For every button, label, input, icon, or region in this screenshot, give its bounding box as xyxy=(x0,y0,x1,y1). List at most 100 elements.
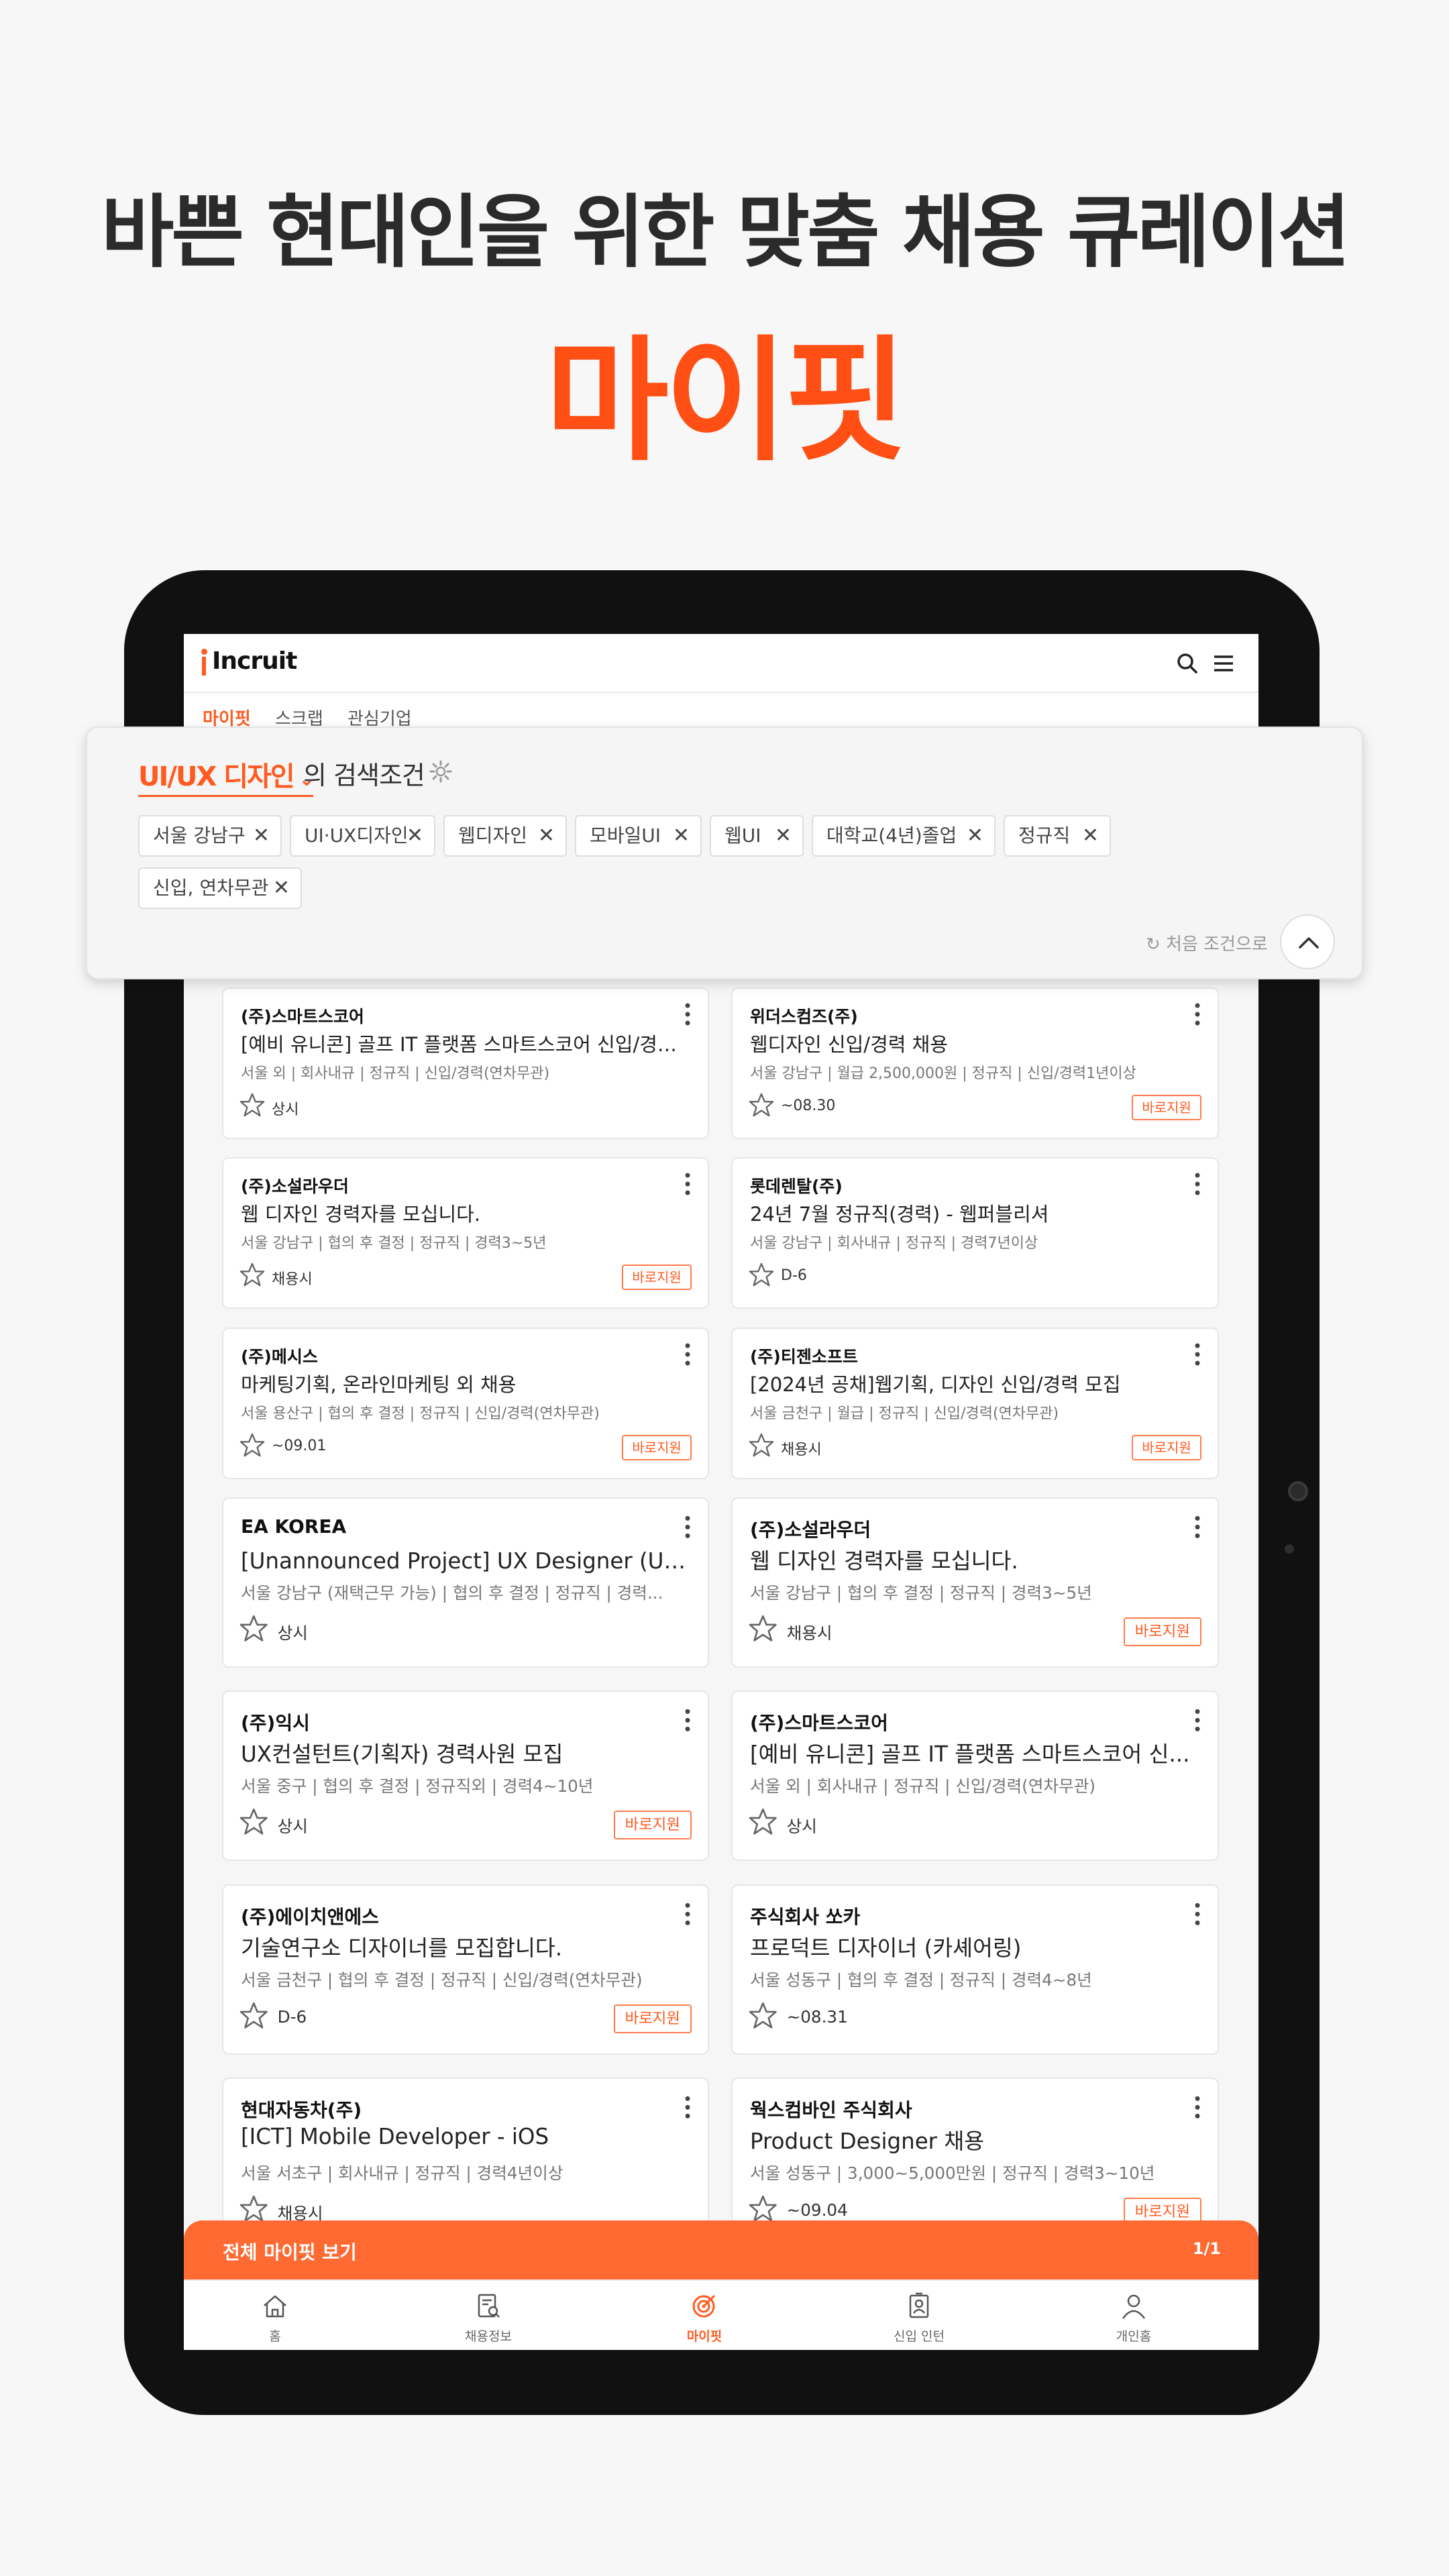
close-icon[interactable]: ✕ xyxy=(273,869,290,908)
more-options-icon[interactable] xyxy=(684,1341,692,1368)
more-options-icon[interactable] xyxy=(684,1001,692,1028)
home-icon xyxy=(264,2295,286,2318)
apply-now-button[interactable]: 바로지원 xyxy=(622,1435,692,1460)
job-card[interactable]: (주)메시스 마케팅기획, 온라인마케팅 외 채용 서울 용산구 | 협의 후 결정… xyxy=(222,1328,709,1479)
job-title[interactable]: 24년 7월 정규직(경력) - 웹퍼블리셔 xyxy=(750,1199,1197,1227)
promo-banner: 바쁜 현대인을 위한 맞춤 채용 큐레이션 마이핏 xyxy=(0,0,1449,537)
more-options-icon[interactable] xyxy=(1193,1171,1201,1197)
all-myfit-label: 전체 마이핏 보기 xyxy=(223,2241,357,2263)
job-card[interactable]: (주)스마트스코어 [예비 유니콘] 골프 IT 플랫폼 스마트스코어 신... 서… xyxy=(731,1690,1219,1861)
more-options-icon[interactable] xyxy=(1193,1899,1201,1929)
star-icon[interactable] xyxy=(239,1807,268,1836)
company-name: EA KOREA xyxy=(241,1515,347,1538)
nav-home[interactable]: 홈 xyxy=(208,2281,342,2350)
job-title[interactable]: 웹 디자인 경력자를 모십니다. xyxy=(750,1544,1197,1575)
more-options-icon[interactable] xyxy=(1193,1341,1201,1368)
job-title[interactable]: 기술연구소 디자이너를 모집합니다. xyxy=(241,1931,688,1962)
bottom-nav: 홈 채용정보 마이핏 신입 인턴 개인홈 xyxy=(184,2279,1258,2350)
all-myfit-bar[interactable]: 전체 마이핏 보기 1/1 xyxy=(184,2220,1258,2281)
star-icon[interactable] xyxy=(239,1432,265,1458)
job-meta: 서울 강남구 | 협의 후 결정 | 정규직 | 경력3~5년 xyxy=(241,1235,547,1252)
job-title[interactable]: 마케팅기획, 온라인마케팅 외 채용 xyxy=(241,1369,688,1397)
collapse-button[interactable] xyxy=(1280,914,1335,969)
star-icon[interactable] xyxy=(749,1614,777,1643)
job-card[interactable]: 위더스컴즈(주) 웹디자인 신입/경력 채용 서울 강남구 | 월급 2,500,0… xyxy=(731,987,1219,1139)
star-icon[interactable] xyxy=(749,1262,774,1287)
job-title[interactable]: Product Designer 채용 xyxy=(750,2124,1197,2155)
star-icon[interactable] xyxy=(239,1262,265,1287)
apply-now-button[interactable]: 바로지원 xyxy=(613,2004,692,2033)
more-options-icon[interactable] xyxy=(684,1705,692,1735)
job-title[interactable]: [예비 유니콘] 골프 IT 플랫폼 스마트스코어 신입/경력 ... xyxy=(241,1029,688,1057)
job-title[interactable]: 웹 디자인 경력자를 모십니다. xyxy=(241,1199,688,1227)
more-options-icon[interactable] xyxy=(1193,1512,1201,1542)
job-title[interactable]: 프로덕트 디자이너 (카셰어링) xyxy=(750,1931,1197,1962)
menu-icon[interactable] xyxy=(1210,650,1237,677)
job-title[interactable]: [Unannounced Project] UX Designer (UX 기획… xyxy=(241,1544,688,1575)
star-icon[interactable] xyxy=(749,1092,774,1118)
star-icon[interactable] xyxy=(239,2194,268,2223)
more-options-icon[interactable] xyxy=(684,1899,692,1929)
nav-label: 홈 xyxy=(269,2329,281,2344)
condition-chip[interactable]: 정규직 ✕ xyxy=(1004,815,1111,857)
nav-personal-home[interactable]: 개인홈 xyxy=(1067,2281,1201,2350)
close-icon[interactable]: ✕ xyxy=(407,816,423,855)
star-icon[interactable] xyxy=(749,1807,777,1836)
star-icon[interactable] xyxy=(749,1432,774,1458)
close-icon[interactable]: ✕ xyxy=(538,816,555,855)
apply-now-button[interactable]: 바로지원 xyxy=(613,1810,692,1839)
apply-now-button[interactable]: 바로지원 xyxy=(622,1265,692,1290)
search-icon[interactable] xyxy=(1174,650,1201,677)
more-options-icon[interactable] xyxy=(1193,1001,1201,1028)
condition-chip[interactable]: 웹UI ✕ xyxy=(710,815,804,857)
gear-icon[interactable] xyxy=(428,759,453,784)
star-icon[interactable] xyxy=(239,2001,268,2030)
more-options-icon[interactable] xyxy=(684,2092,692,2123)
condition-chip[interactable]: 모바일UI ✕ xyxy=(575,815,702,857)
job-card[interactable]: (주)스마트스코어 [예비 유니콘] 골프 IT 플랫폼 스마트스코어 신입/경력… xyxy=(222,987,709,1139)
job-card[interactable]: (주)에이치앤에스 기술연구소 디자이너를 모집합니다. 서울 금천구 | 협의 후… xyxy=(222,1884,709,2055)
close-icon[interactable]: ✕ xyxy=(673,816,690,855)
star-icon[interactable] xyxy=(749,2001,777,2030)
nav-myfit[interactable]: 마이핏 xyxy=(637,2281,771,2350)
job-card[interactable]: (주)소설라우더 웹 디자인 경력자를 모십니다. 서울 강남구 | 협의 후 결정… xyxy=(731,1497,1219,1668)
company-name: (주)스마트스코어 xyxy=(750,1711,888,1734)
nav-job-info[interactable]: 채용정보 xyxy=(421,2281,555,2350)
job-card[interactable]: EA KOREA [Unannounced Project] UX Designe… xyxy=(222,1497,709,1668)
job-title[interactable]: UX컨설턴트(기획자) 경력사원 모집 xyxy=(241,1737,688,1768)
job-title[interactable]: [예비 유니콘] 골프 IT 플랫폼 스마트스코어 신... xyxy=(750,1737,1197,1768)
company-name: (주)메시스 xyxy=(241,1347,318,1366)
close-icon[interactable]: ✕ xyxy=(775,816,792,855)
job-card[interactable]: (주)익시 UX컨설턴트(기획자) 경력사원 모집 서울 중구 | 협의 후 결정 … xyxy=(222,1690,709,1861)
job-title[interactable]: 웹디자인 신입/경력 채용 xyxy=(750,1029,1197,1057)
close-icon[interactable]: ✕ xyxy=(1082,816,1099,855)
condition-chip[interactable]: 신입, 연차무관 ✕ xyxy=(138,867,302,909)
job-card[interactable]: (주)소설라우더 웹 디자인 경력자를 모십니다. 서울 강남구 | 협의 후 결정… xyxy=(222,1157,709,1309)
nav-new-intern[interactable]: 신입 인턴 xyxy=(852,2281,986,2350)
reset-conditions-button[interactable]: ↻ 처음 조건으로 xyxy=(1146,930,1268,955)
job-title[interactable]: [2024년 공채]웹기획, 디자인 신입/경력 모집 xyxy=(750,1369,1197,1397)
more-options-icon[interactable] xyxy=(1193,1705,1201,1735)
more-options-icon[interactable] xyxy=(1193,2092,1201,2123)
more-options-icon[interactable] xyxy=(684,1171,692,1197)
keyword-dropdown[interactable]: UI/UX 디자인 ⌄ xyxy=(138,755,315,797)
job-card[interactable]: 주식회사 쏘카 프로덕트 디자이너 (카셰어링) 서울 성동구 | 협의 후 결정 … xyxy=(731,1884,1219,2055)
more-options-icon[interactable] xyxy=(684,1512,692,1542)
app-logo[interactable]: Incruit xyxy=(212,647,297,675)
condition-chip[interactable]: 웹디자인 ✕ xyxy=(443,815,567,857)
star-icon[interactable] xyxy=(239,1092,265,1118)
condition-chip[interactable]: 서울 강남구 ✕ xyxy=(138,815,282,857)
job-card[interactable]: (주)티젠소프트 [2024년 공채]웹기획, 디자인 신입/경력 모집 서울 금천… xyxy=(731,1328,1219,1479)
star-icon[interactable] xyxy=(749,2194,777,2223)
job-title[interactable]: [ICT] Mobile Developer - iOS xyxy=(241,2124,688,2149)
condition-chip[interactable]: UI·UX디자인 ✕ xyxy=(290,815,435,857)
apply-now-button[interactable]: 바로지원 xyxy=(1132,1435,1201,1460)
job-card[interactable]: 롯데렌탈(주) 24년 7월 정규직(경력) - 웹퍼블리셔 서울 강남구 | 회사… xyxy=(731,1157,1219,1309)
condition-chip[interactable]: 대학교(4년)졸업 ✕ xyxy=(812,815,996,857)
close-icon[interactable]: ✕ xyxy=(967,816,983,855)
apply-now-button[interactable]: 바로지원 xyxy=(1132,1095,1201,1120)
star-icon[interactable] xyxy=(239,1614,268,1643)
close-icon[interactable]: ✕ xyxy=(253,816,270,855)
apply-now-button[interactable]: 바로지원 xyxy=(1123,1617,1201,1646)
app-header: Incruit xyxy=(184,634,1258,693)
